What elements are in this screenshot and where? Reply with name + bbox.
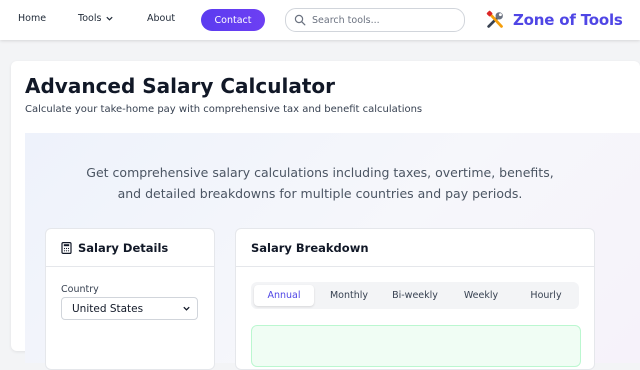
nav-home-label: Home bbox=[18, 13, 47, 24]
main-content: Advanced Salary Calculator Calculate you… bbox=[11, 61, 640, 370]
pay-period-tabs: Annual Monthly Bi-weekly Weekly Hourly bbox=[251, 282, 579, 309]
nav-tools-dropdown[interactable]: Tools bbox=[78, 13, 114, 24]
nav-home-link[interactable]: Home bbox=[18, 13, 46, 24]
salary-breakdown-title: Salary Breakdown bbox=[251, 240, 369, 255]
search-icon bbox=[294, 14, 306, 26]
search-input[interactable] bbox=[312, 14, 462, 26]
country-selected-value: United States bbox=[72, 302, 144, 315]
net-pay-result-box bbox=[251, 325, 581, 367]
country-label: Country bbox=[61, 284, 99, 295]
chevron-down-icon bbox=[106, 16, 114, 21]
intro-line-1: Get comprehensive salary calculations in… bbox=[86, 165, 554, 180]
top-navbar: Home Tools About Contact Zone of Tools bbox=[0, 0, 640, 40]
tools-logo-icon bbox=[486, 10, 503, 28]
salary-details-panel: Salary Details Country United States bbox=[45, 228, 215, 370]
page-title: Advanced Salary Calculator bbox=[25, 74, 336, 98]
tab-hourly[interactable]: Hourly bbox=[516, 285, 576, 306]
brand-name: Zone of Tools bbox=[513, 11, 623, 29]
calculator-icon bbox=[61, 241, 72, 254]
salary-details-header: Salary Details bbox=[46, 229, 214, 267]
nav-about-link[interactable]: About bbox=[147, 13, 175, 24]
salary-details-title: Salary Details bbox=[78, 240, 169, 255]
page-subtitle: Calculate your take-home pay with compre… bbox=[25, 104, 423, 115]
search-box[interactable] bbox=[285, 8, 465, 32]
intro-text: Get comprehensive salary calculations in… bbox=[25, 162, 615, 204]
tab-weekly[interactable]: Weekly bbox=[450, 285, 512, 306]
tab-monthly[interactable]: Monthly bbox=[318, 285, 380, 306]
chevron-down-icon bbox=[183, 306, 190, 311]
contact-button[interactable]: Contact bbox=[201, 9, 265, 31]
tab-bi-weekly[interactable]: Bi-weekly bbox=[384, 285, 446, 306]
tab-annual[interactable]: Annual bbox=[254, 285, 314, 306]
salary-breakdown-header: Salary Breakdown bbox=[236, 229, 594, 267]
nav-about-label: About bbox=[147, 13, 176, 24]
salary-breakdown-panel: Salary Breakdown Annual Monthly Bi-weekl… bbox=[235, 228, 595, 370]
nav-tools-label: Tools bbox=[78, 13, 102, 24]
brand-logo[interactable]: Zone of Tools bbox=[485, 8, 623, 32]
country-select[interactable]: United States bbox=[61, 297, 198, 320]
intro-line-2: and detailed breakdowns for multiple cou… bbox=[117, 186, 523, 201]
